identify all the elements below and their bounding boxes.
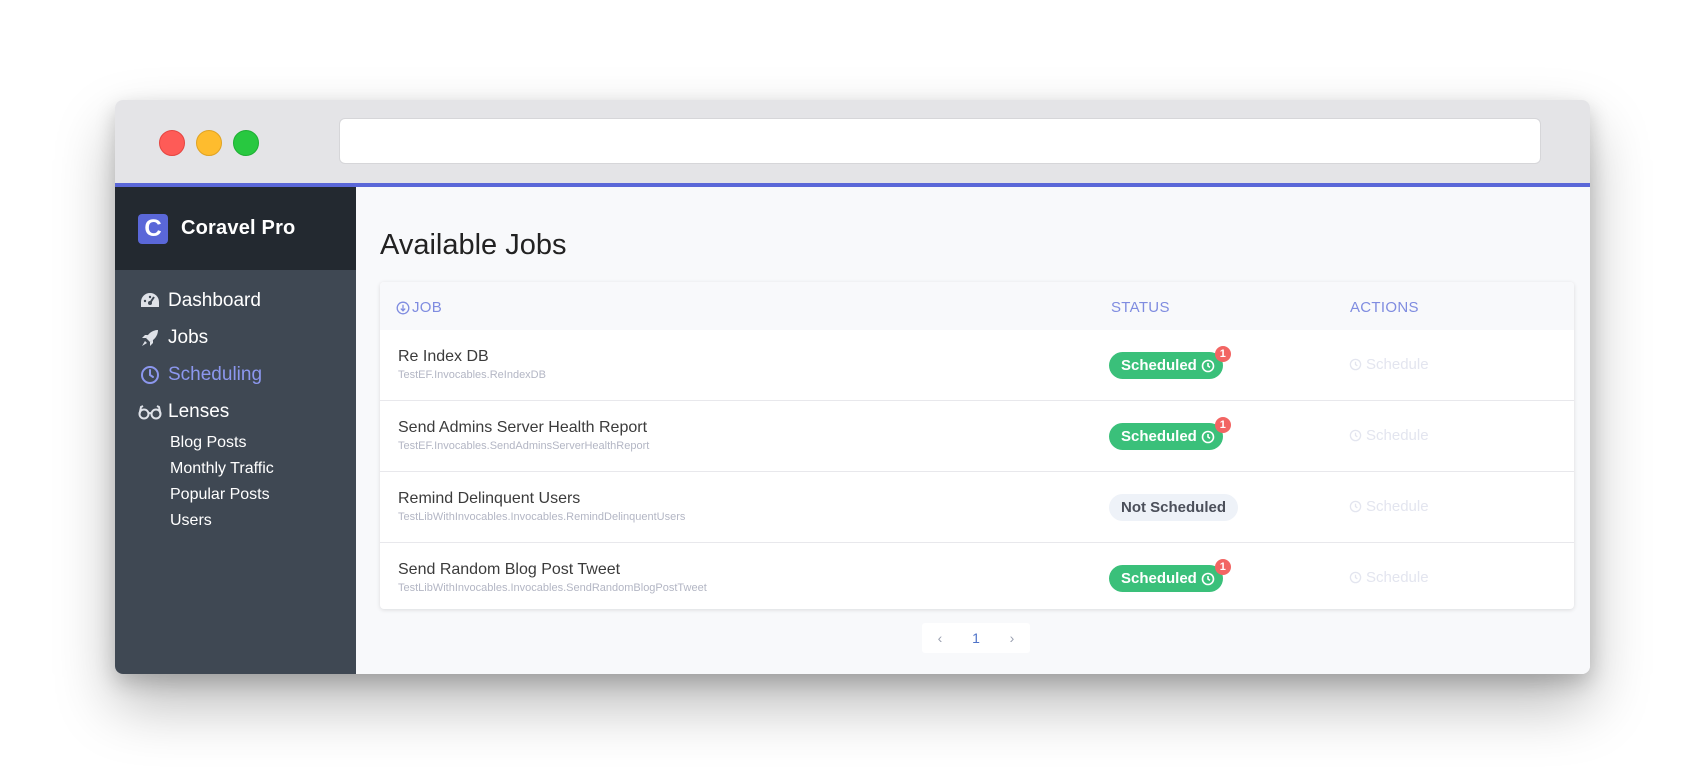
status-badge: Scheduled 1: [1109, 559, 1231, 592]
current-page[interactable]: 1: [958, 630, 994, 646]
clock-icon: [1201, 430, 1215, 444]
next-page-button[interactable]: ›: [994, 630, 1030, 646]
browser-titlebar: [115, 100, 1590, 183]
job-class: TestEF.Invocables.ReIndexDB: [398, 369, 546, 381]
sidebar-item-label: Scheduling: [168, 363, 263, 385]
prev-page-button[interactable]: ‹: [922, 630, 958, 646]
minimize-window-button[interactable]: [196, 130, 222, 156]
table-row: Send Admins Server Health Report TestEF.…: [380, 401, 1574, 472]
schedule-button-label: Schedule: [1366, 569, 1429, 586]
sidebar-item-scheduling[interactable]: Scheduling: [115, 356, 356, 393]
schedule-count-badge: 1: [1214, 346, 1231, 362]
jobs-table: JOB STATUS ACTIONS Re Index DB TestEF.In…: [380, 282, 1574, 609]
sidebar: C Coravel Pro Dashboard Jobs Scheduling …: [115, 187, 356, 674]
sidebar-nav: Dashboard Jobs Scheduling Lenses Blog Po…: [115, 270, 356, 534]
clock-icon: [1201, 572, 1215, 586]
sidebar-item-label: Lenses: [168, 400, 230, 422]
lens-item-popular-posts[interactable]: Popular Posts: [115, 482, 356, 508]
job-name: Re Index DB: [398, 348, 489, 365]
job-class: TestEF.Invocables.SendAdminsServerHealth…: [398, 440, 650, 452]
sort-down-icon: [396, 301, 410, 315]
status-badge: Not Scheduled: [1109, 494, 1239, 521]
clock-icon: [1349, 571, 1362, 584]
schedule-button-label: Schedule: [1366, 356, 1429, 373]
job-name: Remind Delinquent Users: [398, 490, 581, 507]
brand-header[interactable]: C Coravel Pro: [115, 187, 356, 270]
sidebar-item-label: Dashboard: [168, 289, 261, 311]
schedule-button[interactable]: Schedule: [1349, 356, 1429, 373]
main-content: Available Jobs JOB STATUS ACTIONS Re Ind…: [356, 187, 1590, 674]
schedule-count-badge: 1: [1214, 559, 1231, 575]
schedule-button[interactable]: Schedule: [1349, 569, 1429, 586]
schedule-count-badge: 1: [1214, 417, 1231, 433]
clock-icon: [138, 364, 162, 386]
clock-icon: [1349, 429, 1362, 442]
table-header: JOB STATUS ACTIONS: [380, 282, 1574, 330]
coravel-logo-icon: C: [138, 213, 168, 244]
lens-item-blog-posts[interactable]: Blog Posts: [115, 430, 356, 456]
column-header-label: JOB: [412, 299, 443, 316]
sidebar-item-jobs[interactable]: Jobs: [115, 319, 356, 356]
job-class: TestLibWithInvocables.Invocables.RemindD…: [398, 511, 686, 523]
job-name: Send Random Blog Post Tweet: [398, 561, 621, 578]
close-window-button[interactable]: [159, 130, 185, 156]
status-badge: Scheduled 1: [1109, 346, 1231, 379]
table-row: Re Index DB TestEF.Invocables.ReIndexDB …: [380, 330, 1574, 401]
sidebar-item-label: Jobs: [168, 326, 209, 348]
column-header-job[interactable]: JOB: [396, 299, 442, 316]
table-row: Send Random Blog Post Tweet TestLibWithI…: [380, 543, 1574, 609]
page-title: Available Jobs: [380, 229, 567, 261]
schedule-button-label: Schedule: [1366, 427, 1429, 444]
dashboard-gauge-icon: [138, 290, 162, 312]
schedule-button-label: Schedule: [1366, 498, 1429, 515]
job-name: Send Admins Server Health Report: [398, 419, 648, 436]
status-label: Scheduled: [1121, 357, 1197, 374]
table-row: Remind Delinquent Users TestLibWithInvoc…: [380, 472, 1574, 543]
pagination: ‹ 1 ›: [922, 623, 1030, 653]
column-header-actions: ACTIONS: [1350, 299, 1419, 316]
status-label: Scheduled: [1121, 570, 1197, 587]
lens-item-monthly-traffic[interactable]: Monthly Traffic: [115, 456, 356, 482]
job-class: TestLibWithInvocables.Invocables.SendRan…: [398, 582, 707, 594]
sidebar-item-lenses[interactable]: Lenses: [115, 393, 356, 430]
address-bar[interactable]: [339, 118, 1541, 164]
lens-item-users[interactable]: Users: [115, 508, 356, 534]
sidebar-item-dashboard[interactable]: Dashboard: [115, 282, 356, 319]
clock-icon: [1349, 500, 1362, 513]
app-name: Coravel Pro: [181, 217, 296, 239]
schedule-button[interactable]: Schedule: [1349, 427, 1429, 444]
status-label: Not Scheduled: [1121, 499, 1227, 516]
maximize-window-button[interactable]: [233, 130, 259, 156]
glasses-icon: [138, 401, 162, 423]
schedule-button[interactable]: Schedule: [1349, 498, 1429, 515]
clock-icon: [1349, 358, 1362, 371]
status-label: Scheduled: [1121, 428, 1197, 445]
status-badge: Scheduled 1: [1109, 417, 1231, 450]
column-header-status: STATUS: [1111, 299, 1170, 316]
browser-window: C Coravel Pro Dashboard Jobs Scheduling …: [115, 100, 1590, 674]
rocket-icon: [138, 327, 162, 349]
clock-icon: [1201, 359, 1215, 373]
